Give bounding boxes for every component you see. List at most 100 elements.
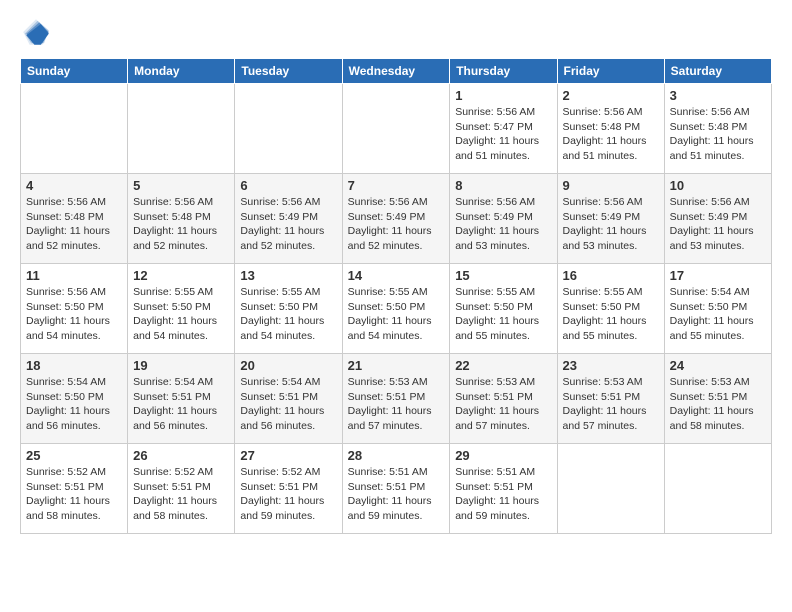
day-info: Sunrise: 5:56 AM Sunset: 5:48 PM Dayligh… [670,105,766,164]
day-number: 5 [133,178,229,193]
day-cell: 25 Sunrise: 5:52 AM Sunset: 5:51 PM Dayli… [21,444,128,534]
day-info: Sunrise: 5:56 AM Sunset: 5:49 PM Dayligh… [348,195,445,254]
logo-icon [20,16,52,48]
day-cell: 6 Sunrise: 5:56 AM Sunset: 5:49 PM Daylig… [235,174,342,264]
day-cell: 8 Sunrise: 5:56 AM Sunset: 5:49 PM Daylig… [450,174,557,264]
day-number: 28 [348,448,445,463]
day-number: 20 [240,358,336,373]
day-number: 14 [348,268,445,283]
day-info: Sunrise: 5:53 AM Sunset: 5:51 PM Dayligh… [670,375,766,434]
day-info: Sunrise: 5:51 AM Sunset: 5:51 PM Dayligh… [455,465,551,524]
day-cell: 1 Sunrise: 5:56 AM Sunset: 5:47 PM Daylig… [450,84,557,174]
day-cell [557,444,664,534]
day-cell: 20 Sunrise: 5:54 AM Sunset: 5:51 PM Dayli… [235,354,342,444]
day-info: Sunrise: 5:55 AM Sunset: 5:50 PM Dayligh… [240,285,336,344]
logo [20,16,56,48]
day-info: Sunrise: 5:56 AM Sunset: 5:47 PM Dayligh… [455,105,551,164]
week-row-0: 1 Sunrise: 5:56 AM Sunset: 5:47 PM Daylig… [21,84,772,174]
day-info: Sunrise: 5:52 AM Sunset: 5:51 PM Dayligh… [133,465,229,524]
header-cell-monday: Monday [128,59,235,84]
day-cell: 17Sunrise: 5:54 AM Sunset: 5:50 PM Dayli… [664,264,771,354]
header-cell-sunday: Sunday [21,59,128,84]
header-cell-thursday: Thursday [450,59,557,84]
day-cell: 3 Sunrise: 5:56 AM Sunset: 5:48 PM Daylig… [664,84,771,174]
day-cell: 19Sunrise: 5:54 AM Sunset: 5:51 PM Dayli… [128,354,235,444]
day-number: 13 [240,268,336,283]
header-cell-saturday: Saturday [664,59,771,84]
day-info: Sunrise: 5:56 AM Sunset: 5:49 PM Dayligh… [240,195,336,254]
day-number: 9 [563,178,659,193]
day-info: Sunrise: 5:51 AM Sunset: 5:51 PM Dayligh… [348,465,445,524]
day-cell: 11Sunrise: 5:56 AM Sunset: 5:50 PM Dayli… [21,264,128,354]
day-number: 6 [240,178,336,193]
day-info: Sunrise: 5:56 AM Sunset: 5:48 PM Dayligh… [133,195,229,254]
day-number: 1 [455,88,551,103]
day-cell: 14 Sunrise: 5:55 AM Sunset: 5:50 PM Dayli… [342,264,450,354]
day-number: 2 [563,88,659,103]
day-info: Sunrise: 5:55 AM Sunset: 5:50 PM Dayligh… [133,285,229,344]
day-number: 11 [26,268,122,283]
day-cell: 4Sunrise: 5:56 AM Sunset: 5:48 PM Daylig… [21,174,128,264]
day-number: 29 [455,448,551,463]
day-cell: 23 Sunrise: 5:53 AM Sunset: 5:51 PM Dayli… [557,354,664,444]
day-info: Sunrise: 5:53 AM Sunset: 5:51 PM Dayligh… [348,375,445,434]
day-number: 24 [670,358,766,373]
day-info: Sunrise: 5:55 AM Sunset: 5:50 PM Dayligh… [348,285,445,344]
day-cell [235,84,342,174]
day-cell [342,84,450,174]
day-number: 10 [670,178,766,193]
day-cell: 5 Sunrise: 5:56 AM Sunset: 5:48 PM Daylig… [128,174,235,264]
header-cell-friday: Friday [557,59,664,84]
day-cell: 16 Sunrise: 5:55 AM Sunset: 5:50 PM Dayli… [557,264,664,354]
header-cell-tuesday: Tuesday [235,59,342,84]
day-info: Sunrise: 5:56 AM Sunset: 5:48 PM Dayligh… [26,195,122,254]
day-number: 7 [348,178,445,193]
day-number: 17 [670,268,766,283]
header-cell-wednesday: Wednesday [342,59,450,84]
day-info: Sunrise: 5:53 AM Sunset: 5:51 PM Dayligh… [455,375,551,434]
day-info: Sunrise: 5:53 AM Sunset: 5:51 PM Dayligh… [563,375,659,434]
week-row-1: 4Sunrise: 5:56 AM Sunset: 5:48 PM Daylig… [21,174,772,264]
day-cell: 27 Sunrise: 5:52 AM Sunset: 5:51 PM Dayli… [235,444,342,534]
header [20,16,772,48]
day-cell: 7 Sunrise: 5:56 AM Sunset: 5:49 PM Daylig… [342,174,450,264]
day-cell: 13 Sunrise: 5:55 AM Sunset: 5:50 PM Dayli… [235,264,342,354]
calendar-table: SundayMondayTuesdayWednesdayThursdayFrid… [20,58,772,534]
day-cell [664,444,771,534]
calendar-body: 1 Sunrise: 5:56 AM Sunset: 5:47 PM Daylig… [21,84,772,534]
day-number: 16 [563,268,659,283]
day-info: Sunrise: 5:54 AM Sunset: 5:51 PM Dayligh… [240,375,336,434]
day-cell: 26Sunrise: 5:52 AM Sunset: 5:51 PM Dayli… [128,444,235,534]
day-number: 19 [133,358,229,373]
week-row-4: 25 Sunrise: 5:52 AM Sunset: 5:51 PM Dayli… [21,444,772,534]
day-cell: 15Sunrise: 5:55 AM Sunset: 5:50 PM Dayli… [450,264,557,354]
day-info: Sunrise: 5:52 AM Sunset: 5:51 PM Dayligh… [240,465,336,524]
day-cell: 28 Sunrise: 5:51 AM Sunset: 5:51 PM Dayli… [342,444,450,534]
day-number: 8 [455,178,551,193]
day-info: Sunrise: 5:56 AM Sunset: 5:49 PM Dayligh… [455,195,551,254]
day-cell [128,84,235,174]
day-number: 23 [563,358,659,373]
day-info: Sunrise: 5:55 AM Sunset: 5:50 PM Dayligh… [455,285,551,344]
day-number: 25 [26,448,122,463]
week-row-2: 11Sunrise: 5:56 AM Sunset: 5:50 PM Dayli… [21,264,772,354]
day-number: 3 [670,88,766,103]
day-cell: 21Sunrise: 5:53 AM Sunset: 5:51 PM Dayli… [342,354,450,444]
week-row-3: 18Sunrise: 5:54 AM Sunset: 5:50 PM Dayli… [21,354,772,444]
day-info: Sunrise: 5:55 AM Sunset: 5:50 PM Dayligh… [563,285,659,344]
day-info: Sunrise: 5:56 AM Sunset: 5:49 PM Dayligh… [670,195,766,254]
day-number: 27 [240,448,336,463]
day-cell: 29 Sunrise: 5:51 AM Sunset: 5:51 PM Dayli… [450,444,557,534]
day-info: Sunrise: 5:54 AM Sunset: 5:50 PM Dayligh… [26,375,122,434]
day-cell: 22 Sunrise: 5:53 AM Sunset: 5:51 PM Dayli… [450,354,557,444]
header-row: SundayMondayTuesdayWednesdayThursdayFrid… [21,59,772,84]
calendar-header: SundayMondayTuesdayWednesdayThursdayFrid… [21,59,772,84]
day-cell: 12 Sunrise: 5:55 AM Sunset: 5:50 PM Dayli… [128,264,235,354]
day-cell: 9Sunrise: 5:56 AM Sunset: 5:49 PM Daylig… [557,174,664,264]
day-number: 12 [133,268,229,283]
day-info: Sunrise: 5:52 AM Sunset: 5:51 PM Dayligh… [26,465,122,524]
day-cell: 18Sunrise: 5:54 AM Sunset: 5:50 PM Dayli… [21,354,128,444]
day-number: 22 [455,358,551,373]
day-cell: 10 Sunrise: 5:56 AM Sunset: 5:49 PM Dayli… [664,174,771,264]
day-cell: 24 Sunrise: 5:53 AM Sunset: 5:51 PM Dayli… [664,354,771,444]
